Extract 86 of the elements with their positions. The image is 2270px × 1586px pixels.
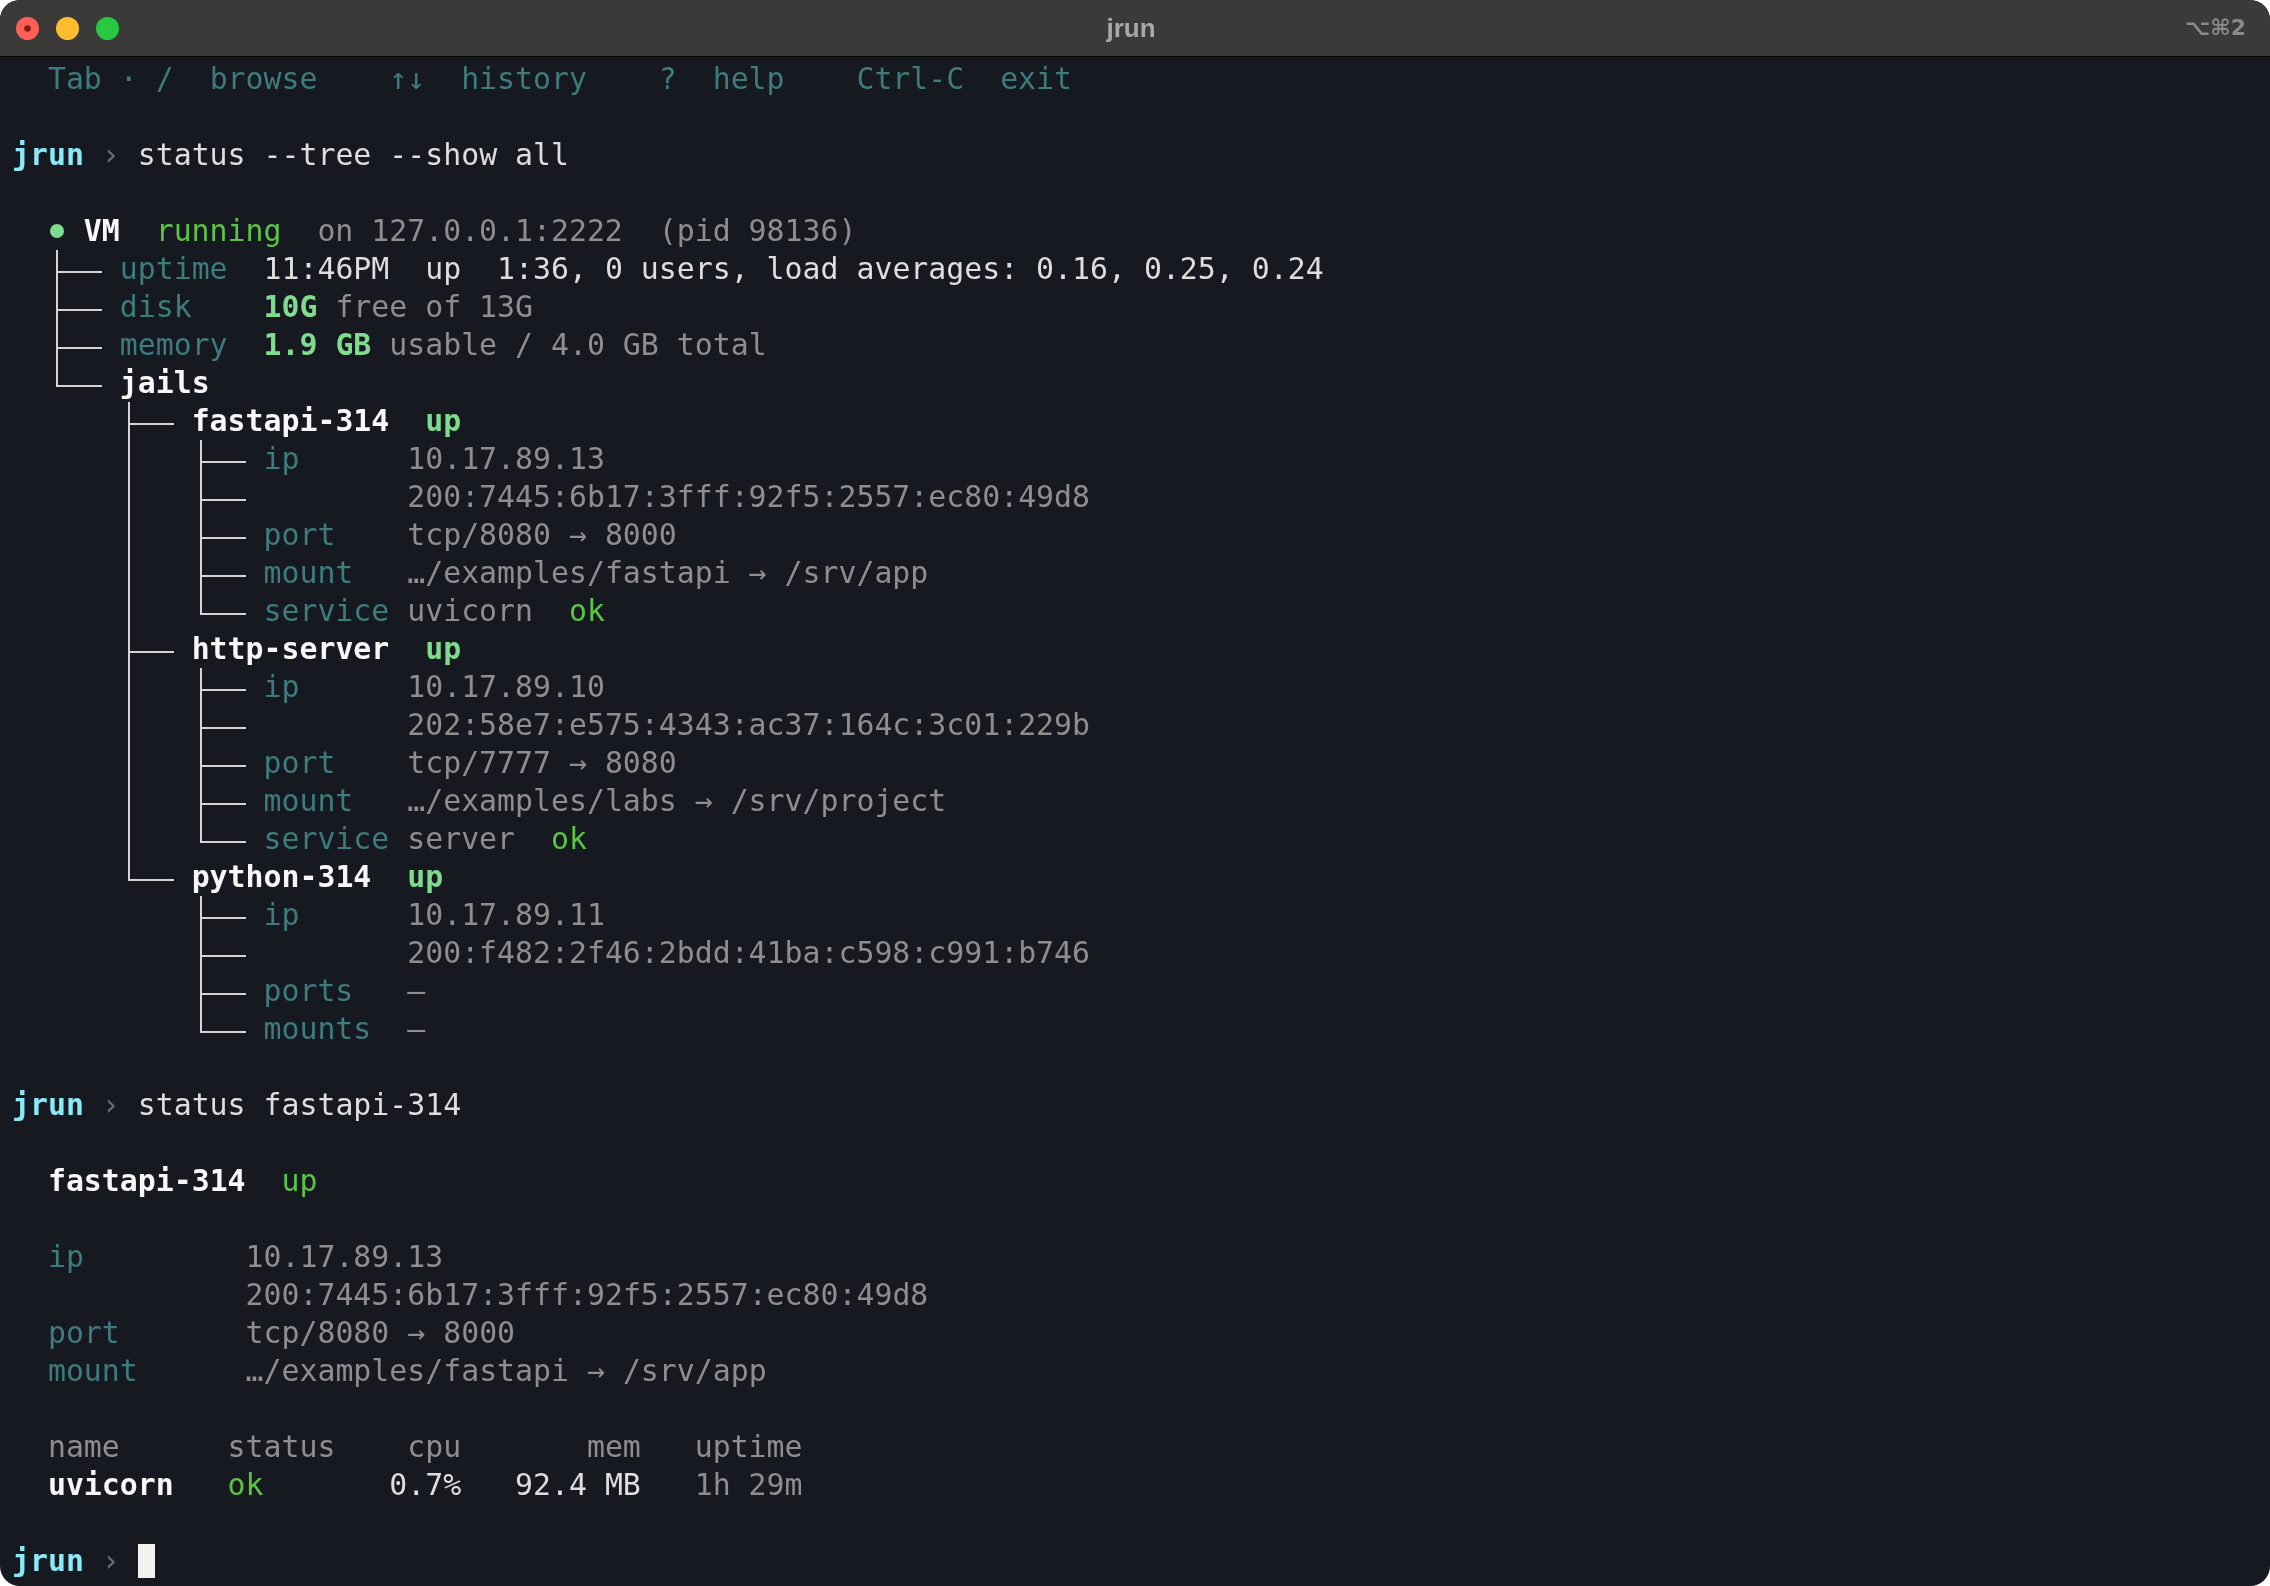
service-status: ok (568, 593, 605, 629)
field-label: ip (263, 897, 300, 933)
jail-state: up (425, 403, 462, 439)
zoom-button[interactable] (96, 16, 119, 40)
field-label: mount (263, 555, 354, 591)
column-header: cpu (407, 1429, 462, 1465)
field-value: tcp/8080 → 8000 (407, 517, 677, 553)
field-value: 10.17.89.13 (245, 1239, 444, 1275)
field-value: server (407, 821, 516, 857)
jail-state: up (425, 631, 462, 667)
field-value: …/examples/fastapi → /srv/app (407, 555, 929, 591)
field-label: memory (119, 327, 228, 363)
jail-state: up (407, 859, 444, 895)
prompt-name: jrun (12, 137, 84, 173)
field-label: mount (47, 1353, 138, 1389)
column-header: name (47, 1429, 120, 1465)
usage-detail: usable / 4.0 GB total (389, 327, 767, 363)
window-title: jrun (1106, 13, 1156, 43)
prompt-name: jrun (12, 1543, 84, 1579)
table-cell: ok (227, 1467, 264, 1503)
jail-state: up (281, 1163, 318, 1199)
table-cell: 0.7% (389, 1467, 462, 1503)
field-label: ip (263, 669, 300, 705)
field-value: 202:58e7:e575:4343:ac37:164c:3c01:229b (407, 707, 1090, 743)
field-value: 200:7445:6b17:3fff:92f5:2557:ec80:49d8 (407, 479, 1090, 515)
command-text: status --tree --show all (137, 137, 569, 173)
vm-name: VM (83, 213, 120, 249)
field-value: 10.17.89.13 (407, 441, 605, 477)
table-cell: uvicorn (47, 1467, 174, 1503)
column-header: mem (586, 1429, 641, 1465)
jail-name: fastapi-314 (191, 403, 390, 439)
vm-address: on 127.0.0.1:2222 (317, 213, 623, 249)
field-label: ports (263, 973, 354, 1009)
field-label: mount (263, 783, 354, 819)
window-shortcut: ⌥⌘2 (2184, 14, 2246, 42)
field-label: port (47, 1315, 120, 1351)
field-label: uptime (119, 251, 228, 287)
shortcut-label: browse (209, 61, 318, 97)
field-value: — (407, 973, 426, 1009)
field-label: disk (119, 289, 192, 325)
shortcut-label: exit (1000, 61, 1073, 97)
table-cell: 92.4 MB (515, 1467, 641, 1503)
usage-amount: 10G (263, 289, 318, 325)
prompt-symbol: › (101, 1087, 120, 1123)
field-label: port (263, 745, 336, 781)
prompt-symbol: › (101, 1543, 120, 1579)
close-button[interactable] (16, 16, 39, 40)
field-value: tcp/8080 → 8000 (245, 1315, 516, 1351)
command-text: status fastapi-314 (137, 1087, 462, 1123)
vm-pid: (pid 98136) (658, 213, 857, 249)
shortcut-label: history (461, 61, 587, 97)
prompt-name: jrun (12, 1087, 84, 1123)
shortcut-key: Tab · / (47, 61, 174, 97)
shortcut-key: ↑↓ (389, 61, 426, 97)
field-label: ip (47, 1239, 84, 1275)
jail-name: python-314 (191, 859, 372, 895)
vm-state: running (155, 213, 282, 249)
table-cell: 1h 29m (694, 1467, 803, 1503)
jail-name: fastapi-314 (47, 1163, 246, 1199)
column-header: uptime (694, 1429, 803, 1465)
minimize-button[interactable] (56, 16, 79, 40)
prompt-symbol: › (101, 137, 120, 173)
jail-name: http-server (191, 631, 390, 667)
usage-amount: 1.9 GB (263, 327, 372, 363)
field-value: — (407, 1011, 426, 1047)
field-value: 200:7445:6b17:3fff:92f5:2557:ec80:49d8 (245, 1277, 929, 1313)
shortcut-key: Ctrl-C (856, 61, 965, 97)
field-value: …/examples/fastapi → /srv/app (245, 1353, 767, 1389)
field-value: 200:f482:2f46:2bdd:41ba:c598:c991:b746 (407, 935, 1090, 971)
shortcut-label: help (712, 61, 785, 97)
field-label: service (263, 821, 390, 857)
column-header: status (227, 1429, 336, 1465)
field-value: 10.17.89.11 (407, 897, 605, 933)
field-label: service (263, 593, 390, 629)
field-label: mounts (263, 1011, 372, 1047)
field-value: 11:46PM up 1:36, 0 users, load averages: 0.16, 0.25, 0.24 (263, 251, 1324, 287)
field-label: ip (263, 441, 300, 477)
field-value: …/examples/labs → /srv/project (407, 783, 947, 819)
field-value: 10.17.89.10 (407, 669, 605, 705)
shortcut-key: ? (658, 61, 677, 97)
group-label: jails (119, 365, 210, 401)
field-label: port (263, 517, 336, 553)
usage-detail: free of 13G (335, 289, 534, 325)
field-value: uvicorn (407, 593, 533, 629)
service-status: ok (550, 821, 587, 857)
field-value: tcp/7777 → 8080 (407, 745, 677, 781)
